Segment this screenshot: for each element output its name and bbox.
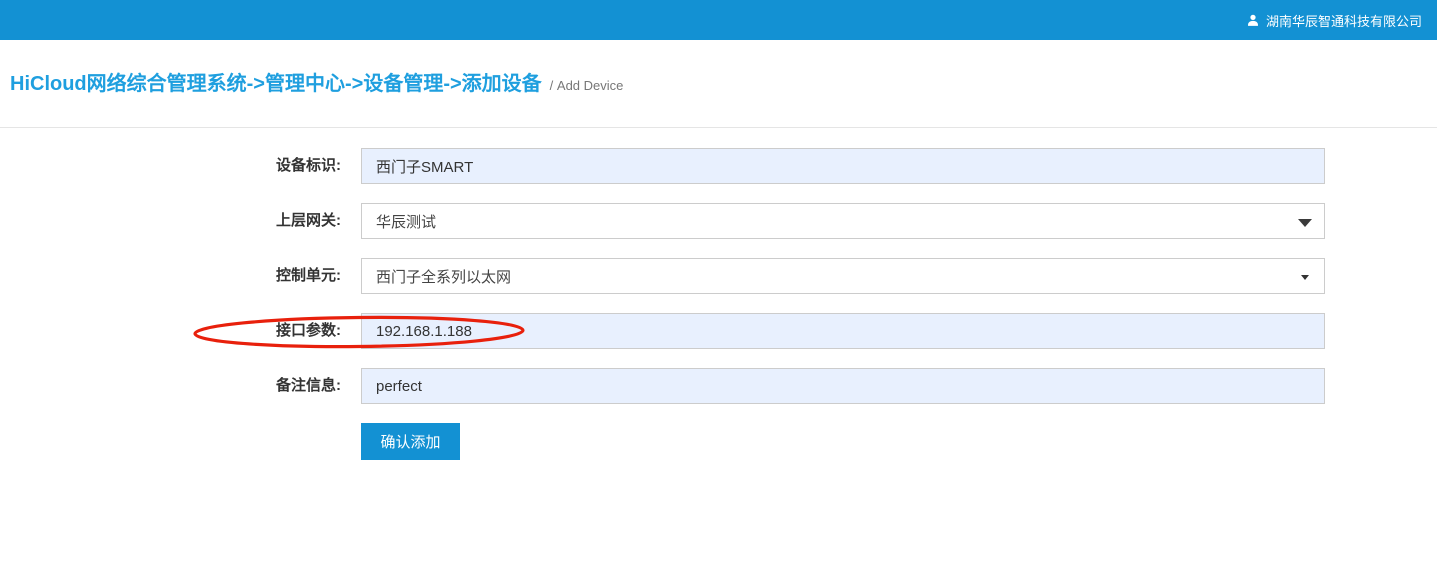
- breadcrumb[interactable]: HiCloud网络综合管理系统->管理中心->设备管理->添加设备: [10, 73, 542, 95]
- device-id-input[interactable]: [361, 148, 1325, 184]
- control-unit-select[interactable]: 西门子全系列以太网: [361, 258, 1325, 294]
- device-id-label: 设备标识:: [0, 148, 341, 184]
- interface-params-input[interactable]: [361, 313, 1325, 349]
- control-unit-select-value: 西门子全系列以太网: [376, 266, 511, 287]
- breadcrumb-bar: HiCloud网络综合管理系统->管理中心->设备管理->添加设备 / Add D…: [0, 40, 1437, 128]
- company-name: 湖南华辰智通科技有限公司: [1266, 11, 1422, 30]
- control-unit-label: 控制单元:: [0, 258, 341, 294]
- breadcrumb-subtitle: / Add Device: [550, 78, 624, 93]
- user-icon: [1246, 13, 1260, 27]
- remarks-label: 备注信息:: [0, 368, 341, 404]
- form-row: 接口参数:: [0, 313, 1437, 349]
- form-row: 设备标识:: [0, 148, 1437, 184]
- chevron-down-icon: [1298, 219, 1312, 227]
- remarks-input[interactable]: [361, 368, 1325, 404]
- interface-params-label: 接口参数:: [0, 313, 341, 349]
- account-menu[interactable]: 湖南华辰智通科技有限公司: [1246, 11, 1422, 30]
- confirm-add-button[interactable]: 确认添加: [361, 423, 460, 460]
- top-bar: 湖南华辰智通科技有限公司: [0, 0, 1437, 40]
- gateway-select[interactable]: 华辰测试: [361, 203, 1325, 239]
- add-device-form: 设备标识: 上层网关: 华辰测试 控制单元: 西门子全系列以太网 接口参数: 备: [0, 128, 1437, 460]
- form-row: 备注信息:: [0, 368, 1437, 404]
- gateway-select-value: 华辰测试: [376, 211, 436, 232]
- chevron-down-icon: [1301, 275, 1309, 280]
- gateway-label: 上层网关:: [0, 203, 341, 239]
- form-row: 控制单元: 西门子全系列以太网: [0, 258, 1437, 294]
- form-row: 上层网关: 华辰测试: [0, 203, 1437, 239]
